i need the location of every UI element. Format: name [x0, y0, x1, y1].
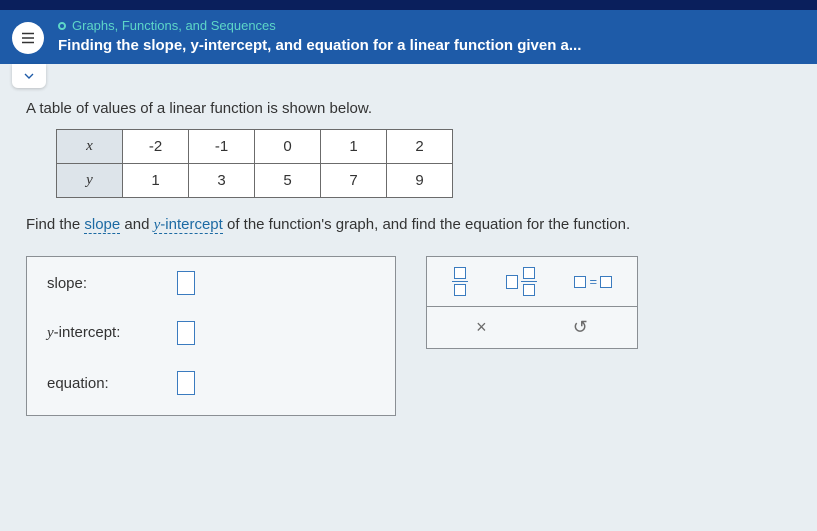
equation-input[interactable] — [177, 371, 195, 395]
question-part: Find the — [26, 216, 84, 233]
close-icon: × — [476, 317, 487, 338]
header: Graphs, Functions, and Sequences Finding… — [0, 10, 817, 64]
values-table: x -2 -1 0 1 2 y 1 3 5 7 9 — [56, 129, 453, 198]
tool-row-controls: × ↺ — [426, 306, 638, 349]
y-intercept-row: y-intercept: — [47, 321, 375, 345]
y-intercept-label: y-intercept: — [47, 324, 177, 342]
slope-label: slope: — [47, 275, 177, 292]
page-title: Finding the slope, y-intercept, and equa… — [58, 37, 805, 54]
y-intercept-term-link[interactable]: y-intercept — [154, 216, 223, 234]
fraction-tool[interactable] — [452, 267, 468, 296]
table-cell: 1 — [321, 130, 387, 164]
window-top-bar — [0, 0, 817, 10]
work-area: slope: y-intercept: equation: — [26, 256, 791, 416]
mixed-fraction-tool[interactable] — [506, 267, 537, 296]
breadcrumb-dot-icon — [58, 22, 66, 30]
table-cell: 1 — [123, 164, 189, 198]
mixed-fraction-icon — [506, 267, 537, 296]
equation-label: equation: — [47, 375, 177, 392]
table-cell: 2 — [387, 130, 453, 164]
table-cell: 0 — [255, 130, 321, 164]
equation-tool[interactable]: = — [574, 274, 612, 289]
breadcrumb[interactable]: Graphs, Functions, and Sequences — [58, 18, 805, 33]
expand-tab[interactable] — [12, 64, 46, 88]
undo-icon: ↺ — [573, 317, 588, 338]
breadcrumb-label: Graphs, Functions, and Sequences — [72, 18, 276, 33]
y-intercept-input[interactable] — [177, 321, 195, 345]
clear-button[interactable]: × — [476, 317, 487, 338]
question-text: Find the slope and y-intercept of the fu… — [26, 216, 791, 234]
intercept-rest: -intercept — [160, 216, 223, 233]
table-cell: 5 — [255, 164, 321, 198]
table-cell: -1 — [189, 130, 255, 164]
answer-box: slope: y-intercept: equation: — [26, 256, 396, 416]
menu-button[interactable] — [12, 22, 44, 54]
y-header: y — [57, 164, 123, 198]
slope-term-link[interactable]: slope — [84, 216, 120, 234]
question-part: and — [120, 216, 153, 233]
table-row: y 1 3 5 7 9 — [57, 164, 453, 198]
slope-input[interactable] — [177, 271, 195, 295]
slope-row: slope: — [47, 271, 375, 295]
table-cell: 9 — [387, 164, 453, 198]
content-area: A table of values of a linear function i… — [0, 88, 817, 436]
reset-button[interactable]: ↺ — [573, 317, 588, 338]
tool-row-templates: = — [426, 256, 638, 306]
table-row: x -2 -1 0 1 2 — [57, 130, 453, 164]
hamburger-icon — [19, 29, 37, 47]
x-header: x — [57, 130, 123, 164]
question-part: of the function's graph, and find the eq… — [223, 216, 630, 233]
math-toolbox: = × ↺ — [426, 256, 638, 349]
table-cell: 7 — [321, 164, 387, 198]
equation-row: equation: — [47, 371, 375, 395]
equation-icon: = — [574, 274, 612, 289]
chevron-down-icon — [21, 68, 37, 84]
fraction-icon — [452, 267, 468, 296]
table-cell: -2 — [123, 130, 189, 164]
prompt-text: A table of values of a linear function i… — [26, 100, 791, 117]
table-cell: 3 — [189, 164, 255, 198]
